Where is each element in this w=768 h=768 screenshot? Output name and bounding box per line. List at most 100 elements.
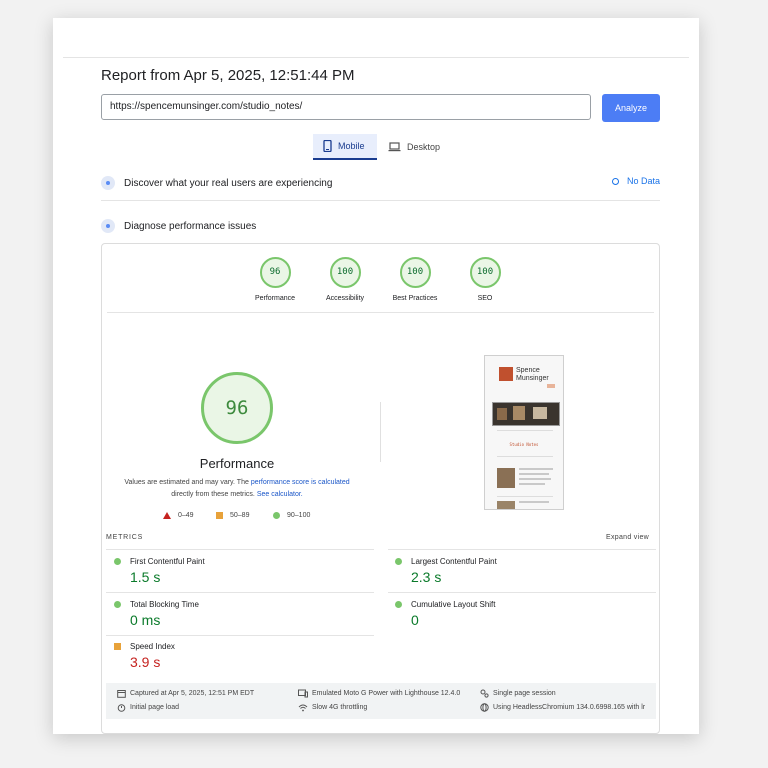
tab-desktop-label: Desktop	[407, 142, 441, 152]
field-data-row: Discover what your real users are experi…	[101, 173, 332, 193]
runtime-settings: Captured at Apr 5, 2025, 12:51 PM EDT In…	[106, 683, 656, 719]
metrics-divider	[106, 635, 374, 636]
site-logo-text: Spence Munsinger	[516, 367, 549, 383]
triangle-icon	[163, 512, 171, 519]
metric-name: First Contentful Paint	[130, 557, 205, 566]
pass-dot-icon	[114, 601, 121, 608]
no-data-link[interactable]: No Data	[612, 176, 660, 186]
page-load-item: Initial page load	[117, 703, 179, 712]
metric-name: Speed Index	[130, 642, 175, 651]
panel-divider	[107, 312, 654, 313]
section-title: Studio Notes	[509, 442, 539, 447]
score-gauge: 96	[259, 257, 291, 288]
no-data-label: No Data	[627, 176, 661, 186]
captured-item: Captured at Apr 5, 2025, 12:51 PM EDT	[117, 689, 254, 698]
score-seo[interactable]: 100 SEO	[450, 257, 520, 302]
circle-icon	[273, 512, 280, 519]
average-square-icon	[114, 643, 121, 650]
globe-icon	[480, 703, 489, 712]
legend-range: 90–100	[287, 512, 311, 519]
metric-value: 2.3 s	[411, 569, 442, 585]
page-screenshot-thumbnail: Spence Munsinger Studio Notes	[484, 355, 564, 510]
throttling-text: Slow 4G throttling	[312, 704, 368, 711]
field-data-heading: Discover what your real users are experi…	[124, 177, 333, 189]
square-icon	[216, 512, 223, 519]
metric-name: Total Blocking Time	[130, 600, 199, 609]
score-calculated-link[interactable]: performance score is calculated	[251, 479, 350, 486]
section-divider	[101, 200, 660, 201]
tab-mobile[interactable]: Mobile	[313, 134, 377, 160]
tab-desktop[interactable]: Desktop	[386, 134, 456, 160]
score-label: Best Practices	[392, 295, 438, 302]
pass-dot-icon	[395, 558, 402, 565]
score-label: Accessibility	[325, 295, 365, 302]
post-image	[497, 468, 515, 488]
score-gauge: 100	[469, 257, 501, 288]
metric-value: 0 ms	[130, 612, 161, 628]
session-text: Single page session	[493, 690, 556, 697]
browser-item: Using HeadlessChromium 134.0.6998.165 wi…	[480, 703, 656, 712]
note-text-2: directly from these metrics.	[171, 491, 257, 498]
devices-icon	[298, 689, 308, 698]
info-icon	[612, 177, 619, 185]
diagnose-heading: Diagnose performance issues	[124, 220, 257, 232]
tab-mobile-label: Mobile	[338, 141, 365, 151]
score-label: SEO	[477, 295, 493, 302]
page-load-text: Initial page load	[130, 704, 180, 711]
url-input[interactable]: https://spencemunsinger.com/studio_notes…	[101, 94, 591, 120]
wifi-icon	[298, 704, 308, 712]
timer-icon	[117, 704, 126, 712]
menu-icon	[547, 384, 555, 388]
score-label: Performance	[254, 295, 296, 302]
session-icon	[480, 689, 489, 698]
site-logo-icon	[499, 367, 513, 381]
score-performance[interactable]: 96 Performance	[240, 257, 310, 302]
legend-range: 50–89	[230, 512, 250, 519]
note-text: Values are estimated and may vary. The	[124, 479, 251, 486]
score-accessibility[interactable]: 100 Accessibility	[310, 257, 380, 302]
metric-value: 3.9 s	[130, 654, 161, 670]
score-gauge: 100	[329, 257, 361, 288]
report-title: Report from Apr 5, 2025, 12:51:44 PM	[101, 67, 355, 84]
diagnose-row: Diagnose performance issues	[101, 216, 256, 236]
see-calculator-link[interactable]: See calculator.	[257, 491, 303, 498]
logo-line-1: Spence	[516, 367, 540, 374]
expand-view-button[interactable]: Expand view	[606, 534, 649, 541]
metric-value: 1.5 s	[130, 569, 161, 585]
top-divider	[63, 57, 689, 58]
browser-text: Using HeadlessChromium 134.0.6998.165 wi…	[493, 704, 646, 711]
captured-text: Captured at Apr 5, 2025, 12:51 PM EDT	[130, 690, 255, 697]
metric-fcp: First Contentful Paint 1.5 s	[114, 557, 344, 585]
analyze-button[interactable]: Analyze	[602, 94, 660, 122]
performance-title: Performance	[199, 456, 275, 471]
metric-lcp: Largest Contentful Paint 2.3 s	[395, 557, 625, 585]
report-card: Report from Apr 5, 2025, 12:51:44 PM htt…	[53, 18, 699, 734]
metric-value: 0	[411, 612, 419, 628]
metric-speed-index: Speed Index 3.9 s	[114, 642, 344, 670]
device-text: Emulated Moto G Power with Lighthouse 12…	[312, 690, 461, 697]
metrics-divider	[106, 549, 374, 550]
legend-average: 50–89	[216, 512, 249, 519]
legend-pass: 90–100	[273, 512, 310, 519]
metrics-divider	[388, 592, 656, 593]
metric-cls: Cumulative Layout Shift 0	[395, 600, 625, 628]
users-icon	[101, 176, 115, 190]
logo-line-2: Munsinger	[516, 375, 549, 382]
lab-icon	[101, 219, 115, 233]
performance-gauge: 96	[201, 372, 273, 444]
throttling-item: Slow 4G throttling	[298, 703, 367, 712]
legend-fail: 0–49	[163, 512, 194, 519]
vertical-separator	[380, 402, 381, 462]
pass-dot-icon	[395, 601, 402, 608]
score-best-practices[interactable]: 100 Best Practices	[380, 257, 450, 302]
device-item: Emulated Moto G Power with Lighthouse 12…	[298, 689, 460, 698]
metrics-divider	[388, 549, 656, 550]
score-gauge: 100	[399, 257, 431, 288]
metric-tbt: Total Blocking Time 0 ms	[114, 600, 344, 628]
pass-dot-icon	[114, 558, 121, 565]
phone-icon	[323, 140, 332, 152]
metric-name: Largest Contentful Paint	[411, 557, 497, 566]
calendar-icon	[117, 690, 126, 698]
performance-note: Values are estimated and may vary. The p…	[113, 477, 361, 501]
metric-name: Cumulative Layout Shift	[411, 600, 496, 609]
